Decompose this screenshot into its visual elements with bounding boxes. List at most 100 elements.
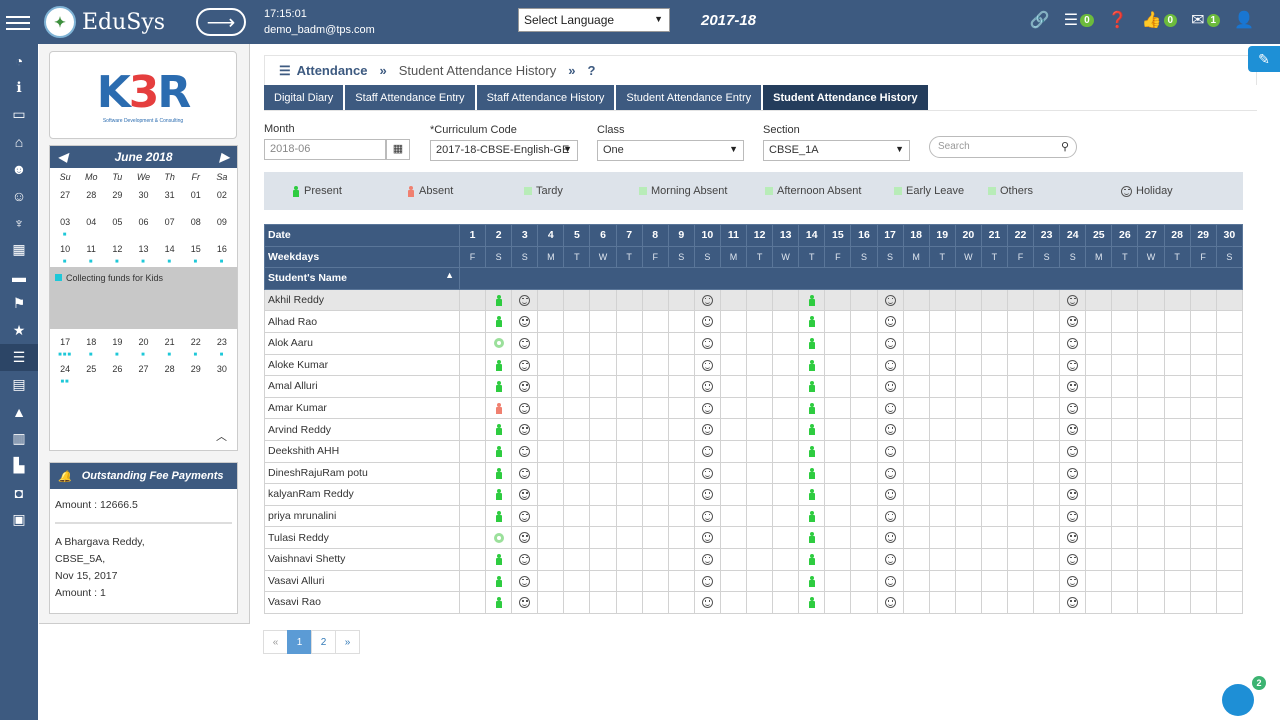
attendance-cell[interactable] [1137, 310, 1165, 333]
attendance-cell[interactable] [1189, 353, 1217, 377]
next-page-button[interactable]: » [335, 630, 360, 654]
attendance-cell[interactable] [876, 353, 904, 377]
attendance-cell[interactable] [798, 526, 826, 549]
attendance-cell[interactable] [563, 547, 591, 571]
attendance-cell[interactable] [615, 288, 643, 312]
attendance-cell[interactable] [719, 504, 748, 528]
hamburger-menu-icon[interactable] [6, 12, 30, 32]
attendance-cell[interactable] [746, 418, 774, 441]
attendance-cell[interactable] [641, 418, 669, 441]
attendance-cell[interactable] [1189, 439, 1217, 463]
attendance-cell[interactable] [563, 483, 591, 506]
attendance-cell[interactable] [1189, 504, 1217, 528]
attendance-cell[interactable] [824, 461, 852, 485]
student-name[interactable]: Aloke Kumar [264, 353, 460, 377]
attendance-cell[interactable] [667, 331, 695, 355]
sort-up-icon[interactable]: ▲ [445, 270, 454, 280]
calendar-day[interactable]: 22 ■ [183, 333, 209, 360]
attendance-cell[interactable] [667, 591, 695, 614]
attendance-cell[interactable] [902, 418, 930, 441]
attendance-cell[interactable] [850, 526, 878, 549]
attendance-cell[interactable] [954, 439, 982, 463]
attendance-cell[interactable] [772, 288, 800, 312]
attendance-cell[interactable] [746, 483, 774, 506]
attendance-cell[interactable] [954, 288, 982, 312]
attendance-cell[interactable] [719, 288, 748, 312]
attendance-cell[interactable] [798, 547, 826, 571]
student-name[interactable]: Amar Kumar [264, 396, 460, 420]
attendance-cell[interactable] [485, 569, 513, 593]
attendance-cell[interactable] [458, 418, 487, 441]
attendance-cell[interactable] [458, 483, 487, 506]
attendance-cell[interactable] [746, 569, 774, 593]
attendance-cell[interactable] [589, 591, 617, 614]
attendance-cell[interactable] [1215, 569, 1244, 593]
attendance-cell[interactable] [1163, 591, 1191, 614]
attendance-cell[interactable] [458, 461, 487, 485]
attendance-cell[interactable] [798, 396, 826, 420]
chevron-up-icon[interactable]: ︿ [216, 428, 227, 444]
attendance-cell[interactable] [641, 569, 669, 593]
attendance-cell[interactable] [563, 288, 591, 312]
attendance-cell[interactable] [667, 461, 695, 485]
attendance-cell[interactable] [1189, 483, 1217, 506]
attendance-cell[interactable] [1033, 396, 1061, 420]
attendance-cell[interactable] [1033, 418, 1061, 441]
user-settings-icon[interactable]: ☻ [0, 155, 38, 182]
attendance-cell[interactable] [850, 375, 878, 398]
attendance-cell[interactable] [458, 504, 487, 528]
attendance-cell[interactable] [772, 375, 800, 398]
attendance-cell[interactable] [1033, 569, 1061, 593]
users-icon[interactable]: ☺ [0, 182, 38, 209]
attendance-cell[interactable] [928, 483, 956, 506]
attendance-cell[interactable] [1059, 375, 1087, 398]
attendance-cell[interactable] [798, 461, 826, 485]
bus-icon[interactable]: ◘ [0, 479, 38, 506]
calendar-day[interactable]: 29 [183, 360, 209, 387]
calendar-day[interactable]: 04 [78, 213, 104, 240]
attendance-cell[interactable] [1137, 288, 1165, 312]
attendance-cell[interactable] [589, 418, 617, 441]
calendar-day[interactable]: 27 [130, 360, 156, 387]
calendar-day[interactable]: 10 ■ [52, 240, 78, 267]
attendance-cell[interactable] [772, 418, 800, 441]
attendance-cell[interactable] [1033, 461, 1061, 485]
attendance-cell[interactable] [458, 569, 487, 593]
calendar-day[interactable]: 17 ■■■ [52, 333, 78, 360]
attendance-cell[interactable] [1059, 353, 1087, 377]
attendance-cell[interactable] [928, 396, 956, 420]
calendar-day[interactable]: 06 [130, 213, 156, 240]
attendance-cell[interactable] [772, 504, 800, 528]
attendance-cell[interactable] [641, 353, 669, 377]
attendance-cell[interactable] [928, 375, 956, 398]
attendance-cell[interactable] [641, 504, 669, 528]
attendance-cell[interactable] [1137, 569, 1165, 593]
calendar-day[interactable]: 05 [104, 213, 130, 240]
attendance-cell[interactable] [1215, 504, 1244, 528]
attendance-cell[interactable] [954, 483, 982, 506]
attendance-cell[interactable] [746, 547, 774, 571]
tab-staff-attendance-entry[interactable]: Staff Attendance Entry [345, 85, 475, 110]
calendar-day[interactable]: 26 [104, 360, 130, 387]
attendance-cell[interactable] [719, 375, 748, 398]
attendance-cell[interactable] [746, 396, 774, 420]
attendance-cell[interactable] [1033, 310, 1061, 333]
attendance-cell[interactable] [1006, 547, 1035, 571]
attendance-cell[interactable] [641, 310, 669, 333]
attendance-cell[interactable] [1137, 483, 1165, 506]
table-row[interactable]: priya mrunalini [264, 504, 1244, 528]
flag-icon[interactable]: ⚑ [0, 290, 38, 317]
attendance-cell[interactable] [824, 547, 852, 571]
attendance-cell[interactable] [589, 439, 617, 463]
attendance-cell[interactable] [772, 396, 800, 420]
attendance-cell[interactable] [719, 353, 748, 377]
section-select[interactable]: CBSE_1A ▼ [763, 140, 910, 161]
attendance-cell[interactable] [980, 310, 1008, 333]
attendance-cell[interactable] [719, 526, 748, 549]
student-name[interactable]: Amal Alluri [264, 375, 460, 398]
attendance-cell[interactable] [928, 439, 956, 463]
attendance-cell[interactable] [772, 569, 800, 593]
attendance-cell[interactable] [798, 310, 826, 333]
calendar-icon[interactable]: ▦ [386, 139, 410, 160]
attendance-cell[interactable] [693, 569, 721, 593]
